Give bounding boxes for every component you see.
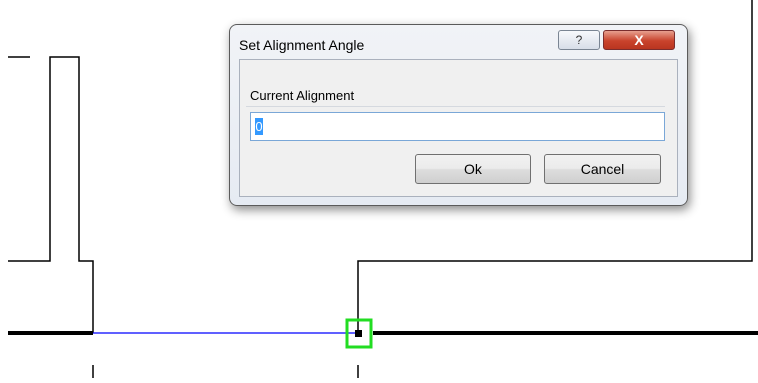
drawing-wall-outline — [8, 56, 94, 333]
selected-text-highlight: 0 — [255, 118, 263, 135]
anchor-point — [355, 330, 362, 337]
dialog-content: Current Alignment 0 Ok Cancel — [229, 24, 688, 206]
cancel-button[interactable]: Cancel — [544, 154, 661, 184]
current-alignment-label: Current Alignment — [250, 88, 355, 103]
group-divider — [246, 106, 665, 107]
alignment-angle-input[interactable] — [250, 112, 665, 141]
ok-button[interactable]: Ok — [415, 154, 531, 184]
